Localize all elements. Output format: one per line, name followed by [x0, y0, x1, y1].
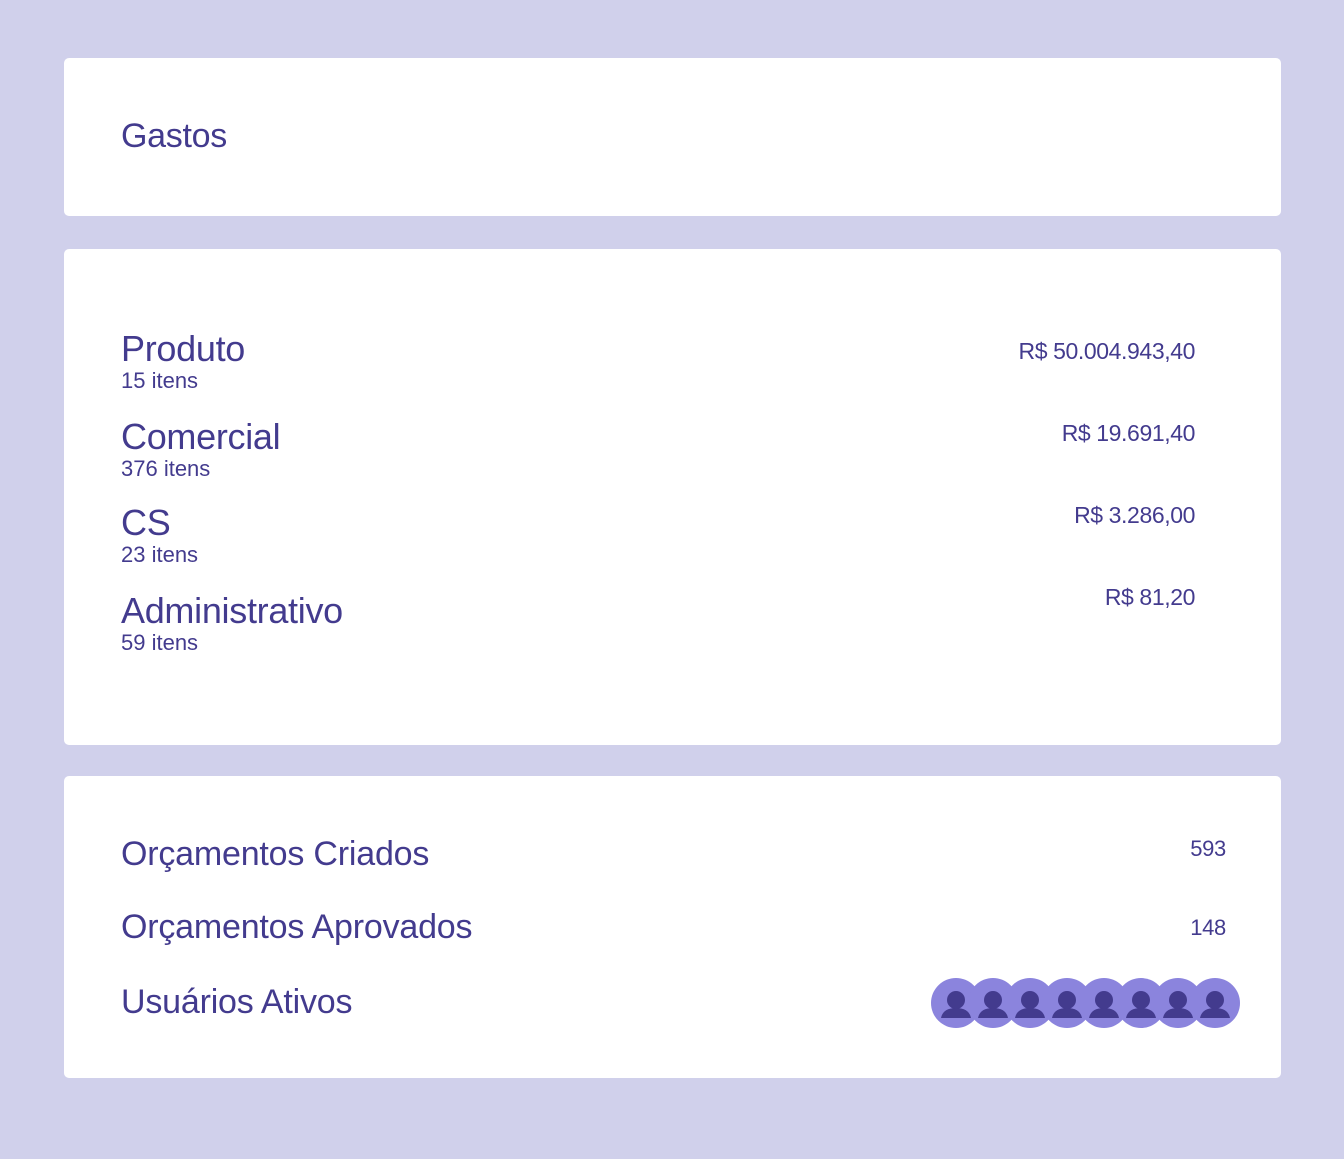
- stat-row-usuarios-ativos: Usuários Ativos: [121, 978, 1240, 1028]
- category-row-administrativo[interactable]: Administrativo 59 itens R$ 81,20: [121, 584, 1195, 657]
- stat-row-orcamentos-aprovados: Orçamentos Aprovados 148: [121, 905, 1226, 949]
- category-name: Comercial: [121, 416, 281, 457]
- user-icon: [1200, 991, 1230, 1018]
- category-row-cs[interactable]: CS 23 itens R$ 3.286,00: [121, 502, 1195, 569]
- stat-label: Orçamentos Aprovados: [121, 908, 473, 946]
- category-row-comercial[interactable]: Comercial 376 itens R$ 19.691,40: [121, 417, 1195, 483]
- stat-value: 593: [1190, 836, 1226, 861]
- stat-row-orcamentos-criados: Orçamentos Criados 593: [121, 832, 1226, 876]
- stats-card: Orçamentos Criados 593 Orçamentos Aprova…: [64, 776, 1281, 1078]
- stat-label: Orçamentos Criados: [121, 835, 430, 873]
- category-amount: R$ 81,20: [1104, 584, 1196, 610]
- stat-value: 148: [1190, 915, 1226, 940]
- category-amount: R$ 50.004.943,40: [1018, 338, 1196, 364]
- gastos-title: Gastos: [121, 117, 227, 155]
- category-count: 15 itens: [121, 368, 199, 393]
- active-users-avatars[interactable]: [931, 978, 1240, 1028]
- stat-label: Usuários Ativos: [121, 983, 353, 1021]
- category-row-produto[interactable]: Produto 15 itens R$ 50.004.943,40: [121, 329, 1195, 395]
- category-count: 376 itens: [121, 456, 211, 481]
- category-name: Produto: [121, 328, 245, 369]
- category-amount: R$ 3.286,00: [1074, 502, 1195, 528]
- categories-card: Produto 15 itens R$ 50.004.943,40 Comerc…: [64, 249, 1281, 745]
- category-count: 59 itens: [121, 630, 199, 655]
- avatar[interactable]: [1190, 978, 1240, 1028]
- category-name: Administrativo: [121, 590, 343, 631]
- category-count: 23 itens: [121, 542, 199, 567]
- category-amount: R$ 19.691,40: [1061, 420, 1196, 446]
- category-name: CS: [121, 502, 171, 543]
- gastos-card: Gastos: [64, 58, 1281, 216]
